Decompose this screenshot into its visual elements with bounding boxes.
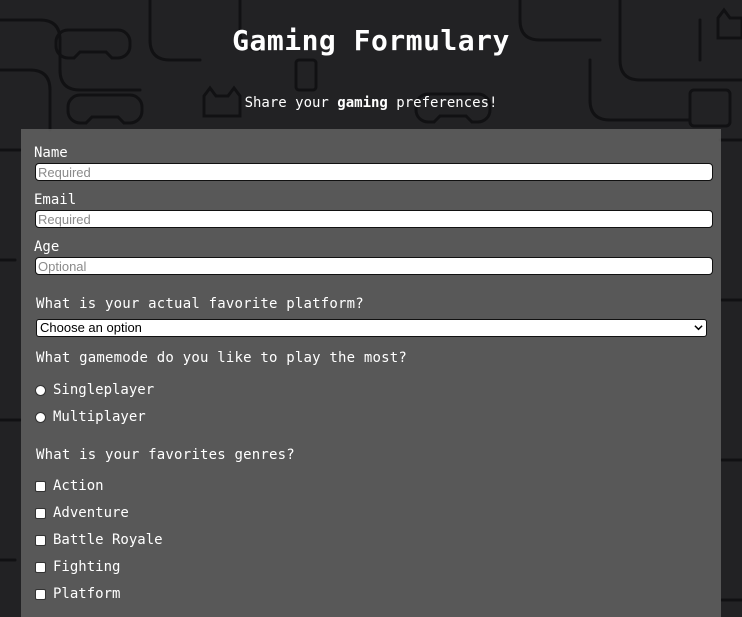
subtitle-text-pre: Share your xyxy=(244,95,338,111)
chevron-down-icon xyxy=(694,325,703,331)
genre-option-platform[interactable]: Platform xyxy=(35,586,120,602)
fighting-checkbox[interactable] xyxy=(35,561,46,573)
platform-select[interactable]: Choose an option xyxy=(36,319,707,337)
genre-option-action[interactable]: Action xyxy=(35,478,104,494)
age-label: Age xyxy=(34,239,60,255)
battle-royale-label: Battle Royale xyxy=(53,532,163,548)
multiplayer-radio[interactable] xyxy=(35,411,46,423)
genre-option-fighting[interactable]: Fighting xyxy=(35,559,120,575)
subtitle-text-bold: gaming xyxy=(337,95,388,111)
singleplayer-radio[interactable] xyxy=(35,384,46,396)
email-label: Email xyxy=(34,192,77,208)
genres-question: What is your favorites genres? xyxy=(36,447,295,463)
survey-form: Name Email Age What is your actual favor… xyxy=(21,129,721,617)
age-input[interactable] xyxy=(35,257,713,275)
action-checkbox[interactable] xyxy=(35,480,46,492)
name-input[interactable] xyxy=(35,163,713,181)
subtitle-text-post: preferences! xyxy=(387,95,498,111)
gamemode-question: What gamemode do you like to play the mo… xyxy=(36,350,408,366)
gamemode-option-singleplayer[interactable]: Singleplayer xyxy=(35,382,154,398)
adventure-checkbox[interactable] xyxy=(35,507,46,519)
page-subtitle: Share your gaming preferences! xyxy=(0,95,742,111)
platform-select-value: Choose an option xyxy=(40,320,142,335)
battle-royale-checkbox[interactable] xyxy=(35,534,46,546)
name-label: Name xyxy=(34,145,68,161)
adventure-label: Adventure xyxy=(53,505,129,521)
singleplayer-label: Singleplayer xyxy=(53,382,155,398)
multiplayer-label: Multiplayer xyxy=(53,409,146,425)
fighting-label: Fighting xyxy=(53,559,121,575)
page-title: Gaming Formulary xyxy=(232,24,510,57)
platform-label: Platform xyxy=(53,586,121,602)
genre-option-adventure[interactable]: Adventure xyxy=(35,505,129,521)
action-label: Action xyxy=(53,478,104,494)
platform-checkbox[interactable] xyxy=(35,588,46,600)
platform-question: What is your actual favorite platform? xyxy=(36,296,364,312)
genre-option-battle-royale[interactable]: Battle Royale xyxy=(35,532,163,548)
gamemode-option-multiplayer[interactable]: Multiplayer xyxy=(35,409,146,425)
email-input[interactable] xyxy=(35,210,713,228)
